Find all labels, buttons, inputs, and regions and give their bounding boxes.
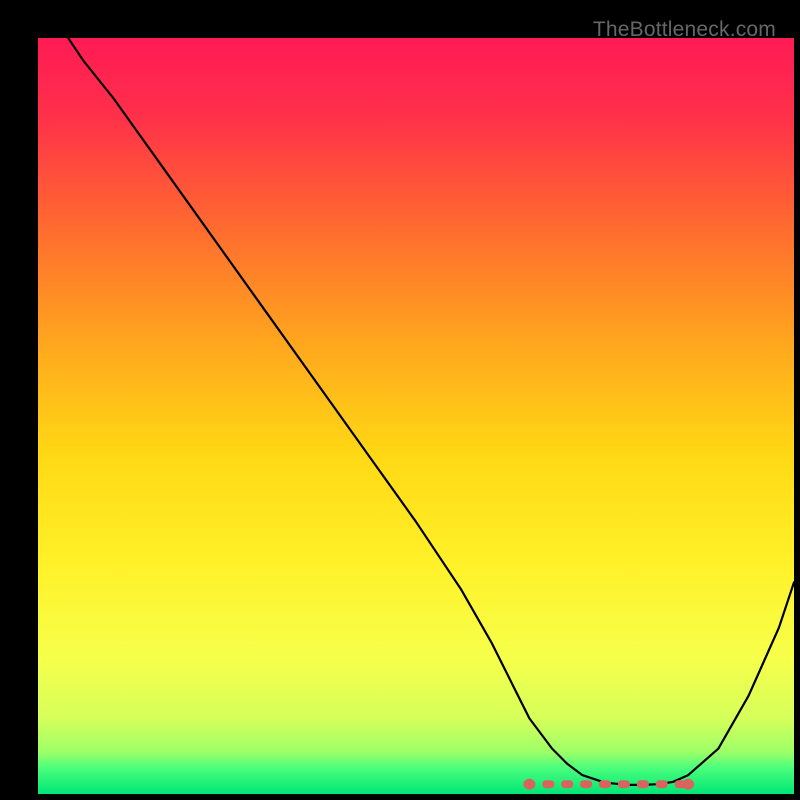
plot-area (38, 38, 794, 794)
watermark-text: TheBottleneck.com (593, 18, 776, 42)
optimum-marker (599, 780, 611, 788)
optimum-marker-cap (683, 779, 694, 790)
optimum-marker (542, 780, 554, 788)
chart-frame: TheBottleneck.com (16, 16, 784, 784)
optimum-marker (637, 780, 649, 788)
optimum-marker (618, 780, 630, 788)
bottleneck-curve (38, 38, 794, 794)
optimum-marker-cap (524, 779, 535, 790)
optimum-marker (561, 780, 573, 788)
optimum-marker (656, 780, 668, 788)
optimum-marker (580, 780, 592, 788)
